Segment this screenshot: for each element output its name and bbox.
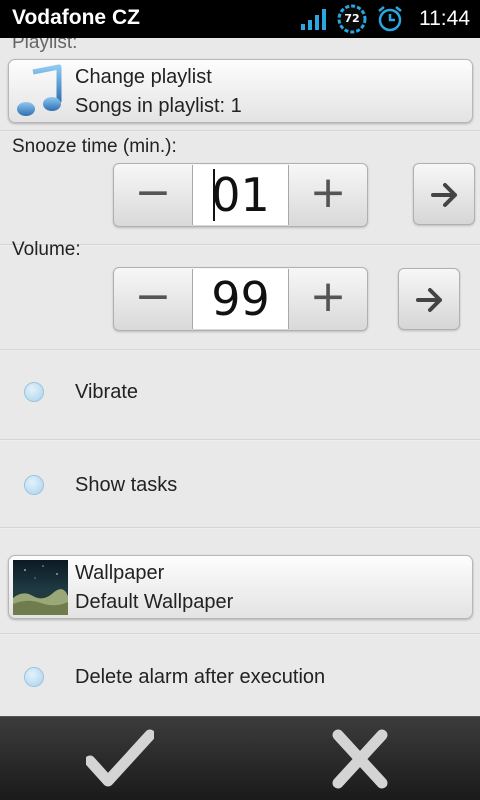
clock: 11:44 bbox=[419, 7, 470, 30]
bottom-action-bar bbox=[0, 716, 480, 800]
delete-alarm-option[interactable]: Delete alarm after execution bbox=[0, 635, 480, 716]
snooze-decrement-button[interactable]: − bbox=[114, 164, 192, 226]
status-bar: Vodafone CZ 72 11:44 bbox=[0, 0, 480, 38]
volume-value: 99 bbox=[211, 272, 270, 326]
snooze-time-value: 01 bbox=[211, 168, 270, 222]
change-playlist-title: Change playlist bbox=[75, 66, 212, 88]
wallpaper-title: Wallpaper bbox=[75, 562, 165, 584]
music-note-icon bbox=[17, 64, 62, 116]
arrow-right-icon bbox=[431, 183, 457, 207]
snooze-time-field[interactable]: 01 bbox=[192, 165, 289, 225]
alarm-clock-icon bbox=[378, 6, 402, 32]
battery-icon: 72 bbox=[336, 3, 368, 35]
signal-icon bbox=[301, 9, 326, 30]
change-playlist-button[interactable]: Change playlist Songs in playlist: 1 bbox=[8, 59, 473, 123]
cancel-button[interactable] bbox=[240, 717, 480, 800]
volume-decrement-button[interactable]: − bbox=[114, 268, 192, 330]
show-tasks-label: Show tasks bbox=[75, 474, 178, 496]
delete-alarm-label: Delete alarm after execution bbox=[75, 666, 326, 688]
delete-alarm-radio[interactable] bbox=[24, 667, 44, 687]
carrier-name: Vodafone CZ bbox=[12, 6, 140, 29]
volume-stepper: − 99 + bbox=[113, 267, 368, 331]
volume-field[interactable]: 99 bbox=[192, 269, 289, 329]
volume-increment-button[interactable]: + bbox=[289, 268, 367, 330]
vibrate-label: Vibrate bbox=[75, 381, 139, 403]
vibrate-radio[interactable] bbox=[24, 382, 44, 402]
confirm-button[interactable] bbox=[0, 717, 240, 800]
vibrate-option[interactable]: Vibrate bbox=[0, 351, 480, 439]
show-tasks-option[interactable]: Show tasks bbox=[0, 441, 480, 529]
show-tasks-radio[interactable] bbox=[24, 475, 44, 495]
snooze-time-label: Snooze time (min.): bbox=[12, 136, 177, 157]
volume-apply-button[interactable] bbox=[398, 268, 460, 330]
divider bbox=[0, 130, 480, 132]
close-icon bbox=[332, 729, 388, 789]
alarm-settings-scroll[interactable]: Playlist: Change playlist Songs in playl… bbox=[0, 38, 480, 716]
snooze-time-stepper: − 01 + bbox=[113, 163, 368, 227]
volume-label: Volume: bbox=[12, 239, 81, 260]
playlist-section-label: Playlist: bbox=[12, 38, 78, 53]
snooze-apply-button[interactable] bbox=[413, 163, 475, 225]
wallpaper-button[interactable]: Wallpaper Default Wallpaper bbox=[8, 555, 473, 619]
wallpaper-thumbnail bbox=[13, 560, 68, 615]
songs-count-text: Songs in playlist: 1 bbox=[75, 95, 242, 117]
wallpaper-subtitle: Default Wallpaper bbox=[75, 591, 234, 613]
divider bbox=[0, 527, 480, 529]
snooze-increment-button[interactable]: + bbox=[289, 164, 367, 226]
checkmark-icon bbox=[86, 729, 154, 787]
arrow-right-icon bbox=[416, 288, 442, 312]
text-cursor bbox=[213, 169, 215, 221]
battery-level: 72 bbox=[344, 12, 360, 25]
